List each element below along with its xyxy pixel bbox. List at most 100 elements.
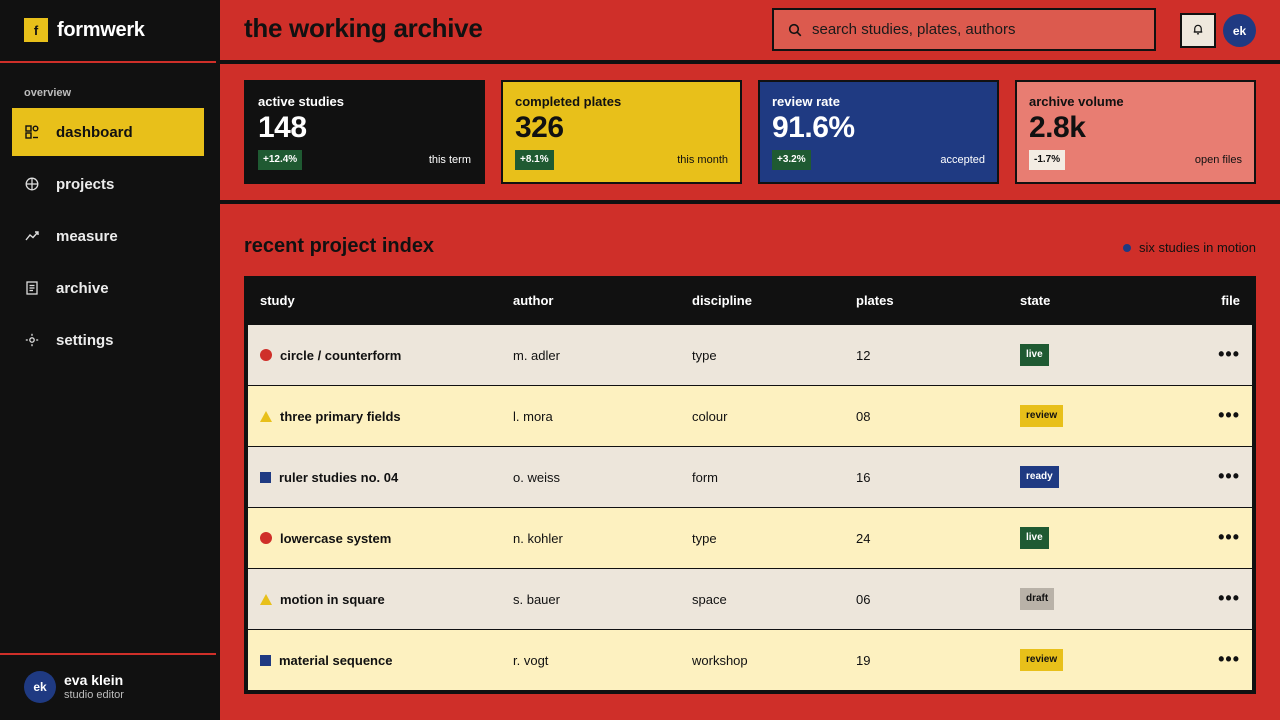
- metric-value: 91.6%: [772, 111, 855, 144]
- status-badge: review: [1020, 405, 1064, 427]
- header-divider: [220, 60, 1280, 64]
- sidebar-item-label: archive: [56, 279, 109, 297]
- header-avatar[interactable]: ek: [1223, 14, 1256, 47]
- more-options-icon[interactable]: •••: [1218, 466, 1240, 486]
- column-header-state[interactable]: state: [1020, 293, 1172, 308]
- legend-text: six studies in motion: [1138, 240, 1256, 255]
- table-row[interactable]: material sequence r. vogt workshop 19 re…: [248, 629, 1252, 690]
- sidebar-item-label: settings: [56, 331, 114, 349]
- avatar: ek: [24, 671, 56, 703]
- search-bar[interactable]: [772, 8, 1156, 51]
- sidebar-divider: [0, 653, 216, 655]
- sidebar-item-projects[interactable]: projects: [12, 160, 204, 208]
- study-name[interactable]: ruler studies no. 04: [279, 470, 398, 485]
- study-name[interactable]: circle / counterform: [280, 348, 401, 363]
- study-name[interactable]: motion in square: [280, 592, 385, 607]
- metric-delta-badge: +3.2%: [772, 150, 811, 170]
- plates-cell: 19: [856, 652, 871, 668]
- discipline-cell: form: [692, 469, 718, 485]
- triangle-icon: [260, 593, 272, 605]
- metric-value: 326: [515, 111, 564, 144]
- column-header-study[interactable]: study: [248, 293, 513, 308]
- column-header-plates[interactable]: plates: [856, 293, 1020, 308]
- metric-note: accepted: [940, 154, 985, 166]
- search-icon: [788, 23, 802, 37]
- brand-name: formwerk: [57, 18, 145, 41]
- metric-card-review-rate[interactable]: review rate 91.6% +3.2% accepted: [758, 80, 999, 184]
- status-badge: ready: [1020, 466, 1059, 488]
- metric-label: review rate: [772, 94, 840, 109]
- table-legend: six studies in motion: [1122, 240, 1256, 255]
- search-input[interactable]: [812, 21, 1132, 38]
- column-header-file: file: [1221, 292, 1240, 308]
- bell-icon: [1192, 22, 1204, 40]
- dashboard-icon: [24, 124, 40, 140]
- metric-card-completed-plates[interactable]: completed plates 326 +8.1% this month: [501, 80, 742, 184]
- more-options-icon[interactable]: •••: [1218, 588, 1240, 608]
- metric-note: this term: [428, 154, 471, 166]
- metric-card-active-studies[interactable]: active studies 148 +12.4% this term: [244, 80, 485, 184]
- column-header-author[interactable]: author: [513, 293, 692, 308]
- projects-icon: [24, 176, 40, 192]
- circle-icon: [260, 349, 272, 361]
- plates-cell: 12: [856, 347, 871, 363]
- author-cell: l. mora: [513, 408, 553, 424]
- section-divider: [220, 200, 1280, 204]
- discipline-cell: colour: [692, 408, 728, 424]
- metric-label: completed plates: [515, 94, 622, 109]
- table-row[interactable]: circle / counterform m. adler type 12 li…: [248, 324, 1252, 385]
- user-role: studio editor: [64, 689, 124, 701]
- table-row[interactable]: ruler studies no. 04 o. weiss form 16 re…: [248, 446, 1252, 507]
- sidebar-item-archive[interactable]: archive: [12, 264, 204, 312]
- plates-cell: 08: [856, 408, 871, 424]
- sidebar-nav: dashboard projects measure archive setti…: [12, 108, 204, 368]
- column-header-discipline[interactable]: discipline: [692, 293, 856, 308]
- sidebar-item-settings[interactable]: settings: [12, 316, 204, 364]
- notifications-button[interactable]: [1180, 13, 1216, 48]
- sidebar-item-label: dashboard: [56, 123, 133, 141]
- metric-note: this month: [677, 154, 728, 166]
- square-icon: [260, 471, 271, 483]
- author-cell: s. bauer: [513, 591, 560, 607]
- author-cell: o. weiss: [513, 469, 560, 485]
- metric-delta-badge: -1.7%: [1029, 150, 1066, 170]
- more-options-icon[interactable]: •••: [1218, 344, 1240, 364]
- table-row[interactable]: motion in square s. bauer space 06 draft…: [248, 568, 1252, 629]
- more-options-icon[interactable]: •••: [1218, 405, 1240, 425]
- circle-icon: [260, 532, 272, 544]
- more-options-icon[interactable]: •••: [1218, 649, 1240, 669]
- square-icon: [260, 654, 271, 666]
- table-row[interactable]: lowercase system n. kohler type 24 live …: [248, 507, 1252, 568]
- status-badge: draft: [1020, 588, 1055, 610]
- study-name[interactable]: lowercase system: [280, 531, 391, 546]
- brand-logo: f: [24, 18, 48, 42]
- metric-card-archive-volume[interactable]: archive volume 2.8k -1.7% open files: [1015, 80, 1256, 184]
- brand[interactable]: f formwerk: [24, 18, 145, 42]
- more-options-icon[interactable]: •••: [1218, 527, 1240, 547]
- sidebar-item-dashboard[interactable]: dashboard: [12, 108, 204, 156]
- status-badge: live: [1020, 344, 1049, 366]
- author-cell: n. kohler: [513, 530, 563, 546]
- study-name[interactable]: material sequence: [279, 653, 392, 668]
- plates-cell: 24: [856, 530, 871, 546]
- sidebar: f formwerk overview dashboard projects m…: [0, 0, 220, 720]
- user-profile[interactable]: ek eva klein studio editor: [24, 671, 124, 703]
- measure-icon: [24, 228, 40, 244]
- page-title: the working archive: [244, 13, 483, 43]
- sidebar-item-measure[interactable]: measure: [12, 212, 204, 260]
- discipline-cell: type: [692, 530, 717, 546]
- settings-icon: [24, 332, 40, 348]
- project-table: study author discipline plates state fil…: [244, 276, 1256, 694]
- status-badge: live: [1020, 527, 1049, 549]
- discipline-cell: workshop: [692, 652, 748, 668]
- sidebar-item-label: measure: [56, 227, 118, 245]
- study-name[interactable]: three primary fields: [280, 409, 401, 424]
- metric-value: 148: [258, 111, 307, 144]
- legend-dot-icon: [1122, 243, 1131, 252]
- discipline-cell: space: [692, 591, 727, 607]
- table-row[interactable]: three primary fields l. mora colour 08 r…: [248, 385, 1252, 446]
- status-badge: review: [1020, 649, 1064, 671]
- metric-label: active studies: [258, 94, 344, 109]
- metric-value: 2.8k: [1029, 111, 1086, 144]
- plates-cell: 16: [856, 469, 871, 485]
